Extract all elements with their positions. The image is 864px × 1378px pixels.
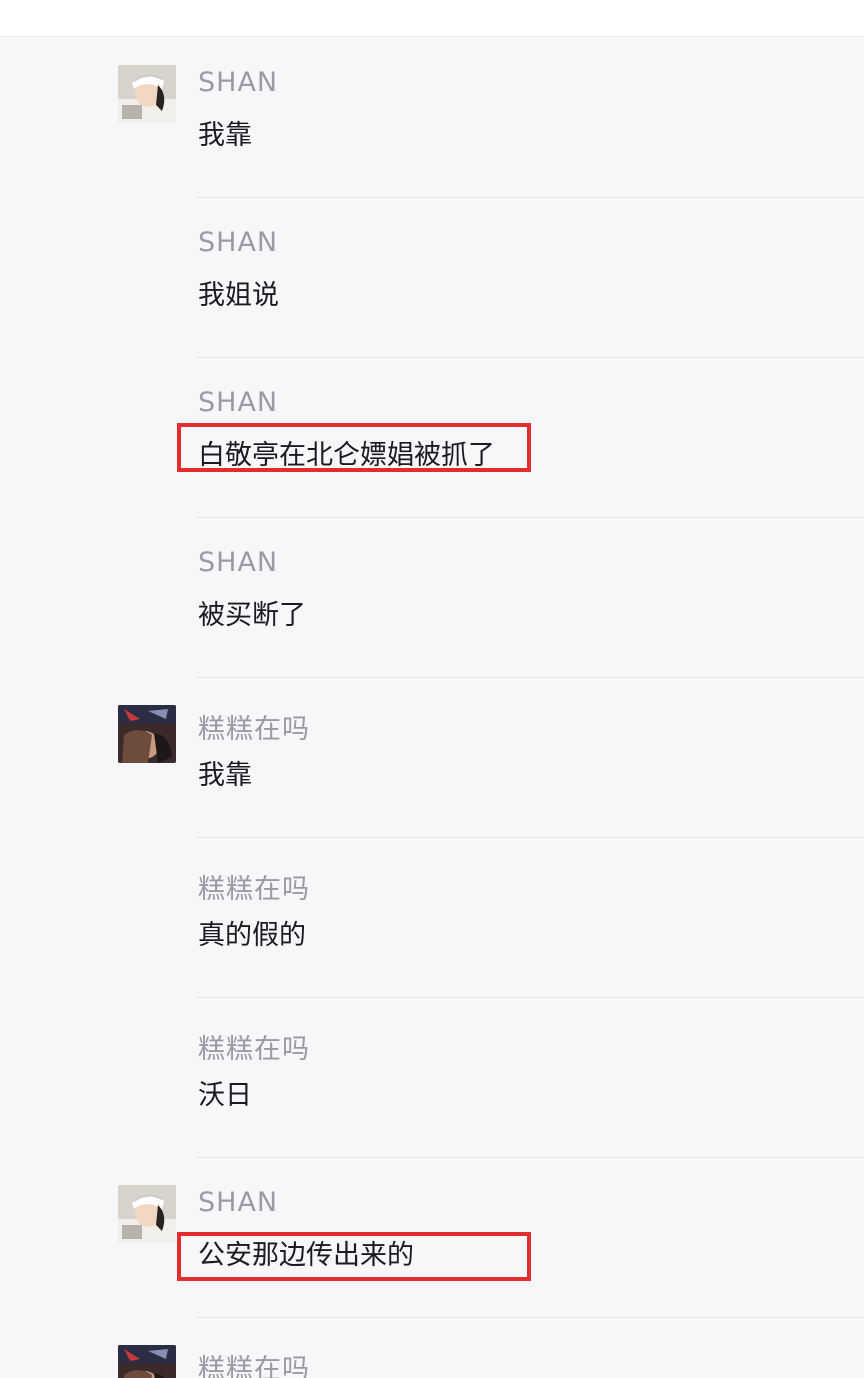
chat-message: SHAN 我靠 — [0, 37, 864, 197]
sender-name: SHAN — [198, 1187, 279, 1218]
avatar[interactable] — [118, 1345, 176, 1378]
message-divider — [196, 1157, 864, 1158]
sender-name: 糕糕在吗 — [198, 1034, 310, 1065]
chat-message: 糕糕在吗 我靠 — [0, 677, 864, 837]
sender-name: SHAN — [198, 387, 279, 418]
sender-name: 糕糕在吗 — [198, 874, 310, 905]
message-text[interactable]: 被买断了 — [198, 593, 306, 632]
message-text[interactable]: 我姐说 — [198, 273, 279, 312]
chat-message: SHAN 被买断了 — [0, 517, 864, 677]
avatar[interactable] — [118, 705, 176, 763]
avatar[interactable] — [118, 65, 176, 123]
red-highlight-box — [177, 423, 531, 472]
sender-name: 糕糕在吗 — [198, 1354, 310, 1378]
sender-name: 糕糕在吗 — [198, 714, 310, 745]
message-divider — [196, 997, 864, 998]
chat-message: SHAN 白敬亭在北仑嫖娼被抓了 — [0, 357, 864, 517]
sender-name: SHAN — [198, 547, 279, 578]
chat-message: SHAN 公安那边传出来的 — [0, 1157, 864, 1317]
message-divider — [196, 837, 864, 838]
message-divider — [196, 357, 864, 358]
message-divider — [196, 197, 864, 198]
chat-message: 糕糕在吗 — [0, 1317, 864, 1378]
message-text[interactable]: 我靠 — [198, 113, 252, 152]
red-highlight-box — [177, 1232, 531, 1281]
message-divider — [196, 1317, 864, 1318]
message-divider — [196, 517, 864, 518]
top-bar — [0, 0, 864, 37]
message-text[interactable]: 真的假的 — [198, 913, 306, 952]
avatar[interactable] — [118, 1185, 176, 1243]
chat-message: 糕糕在吗 真的假的 — [0, 837, 864, 997]
chat-message: 糕糕在吗 沃日 — [0, 997, 864, 1157]
sender-name: SHAN — [198, 227, 279, 258]
sender-name: SHAN — [198, 67, 279, 98]
message-text[interactable]: 沃日 — [198, 1073, 252, 1112]
message-divider — [196, 677, 864, 678]
chat-message: SHAN 我姐说 — [0, 197, 864, 357]
message-text[interactable]: 我靠 — [198, 753, 252, 792]
